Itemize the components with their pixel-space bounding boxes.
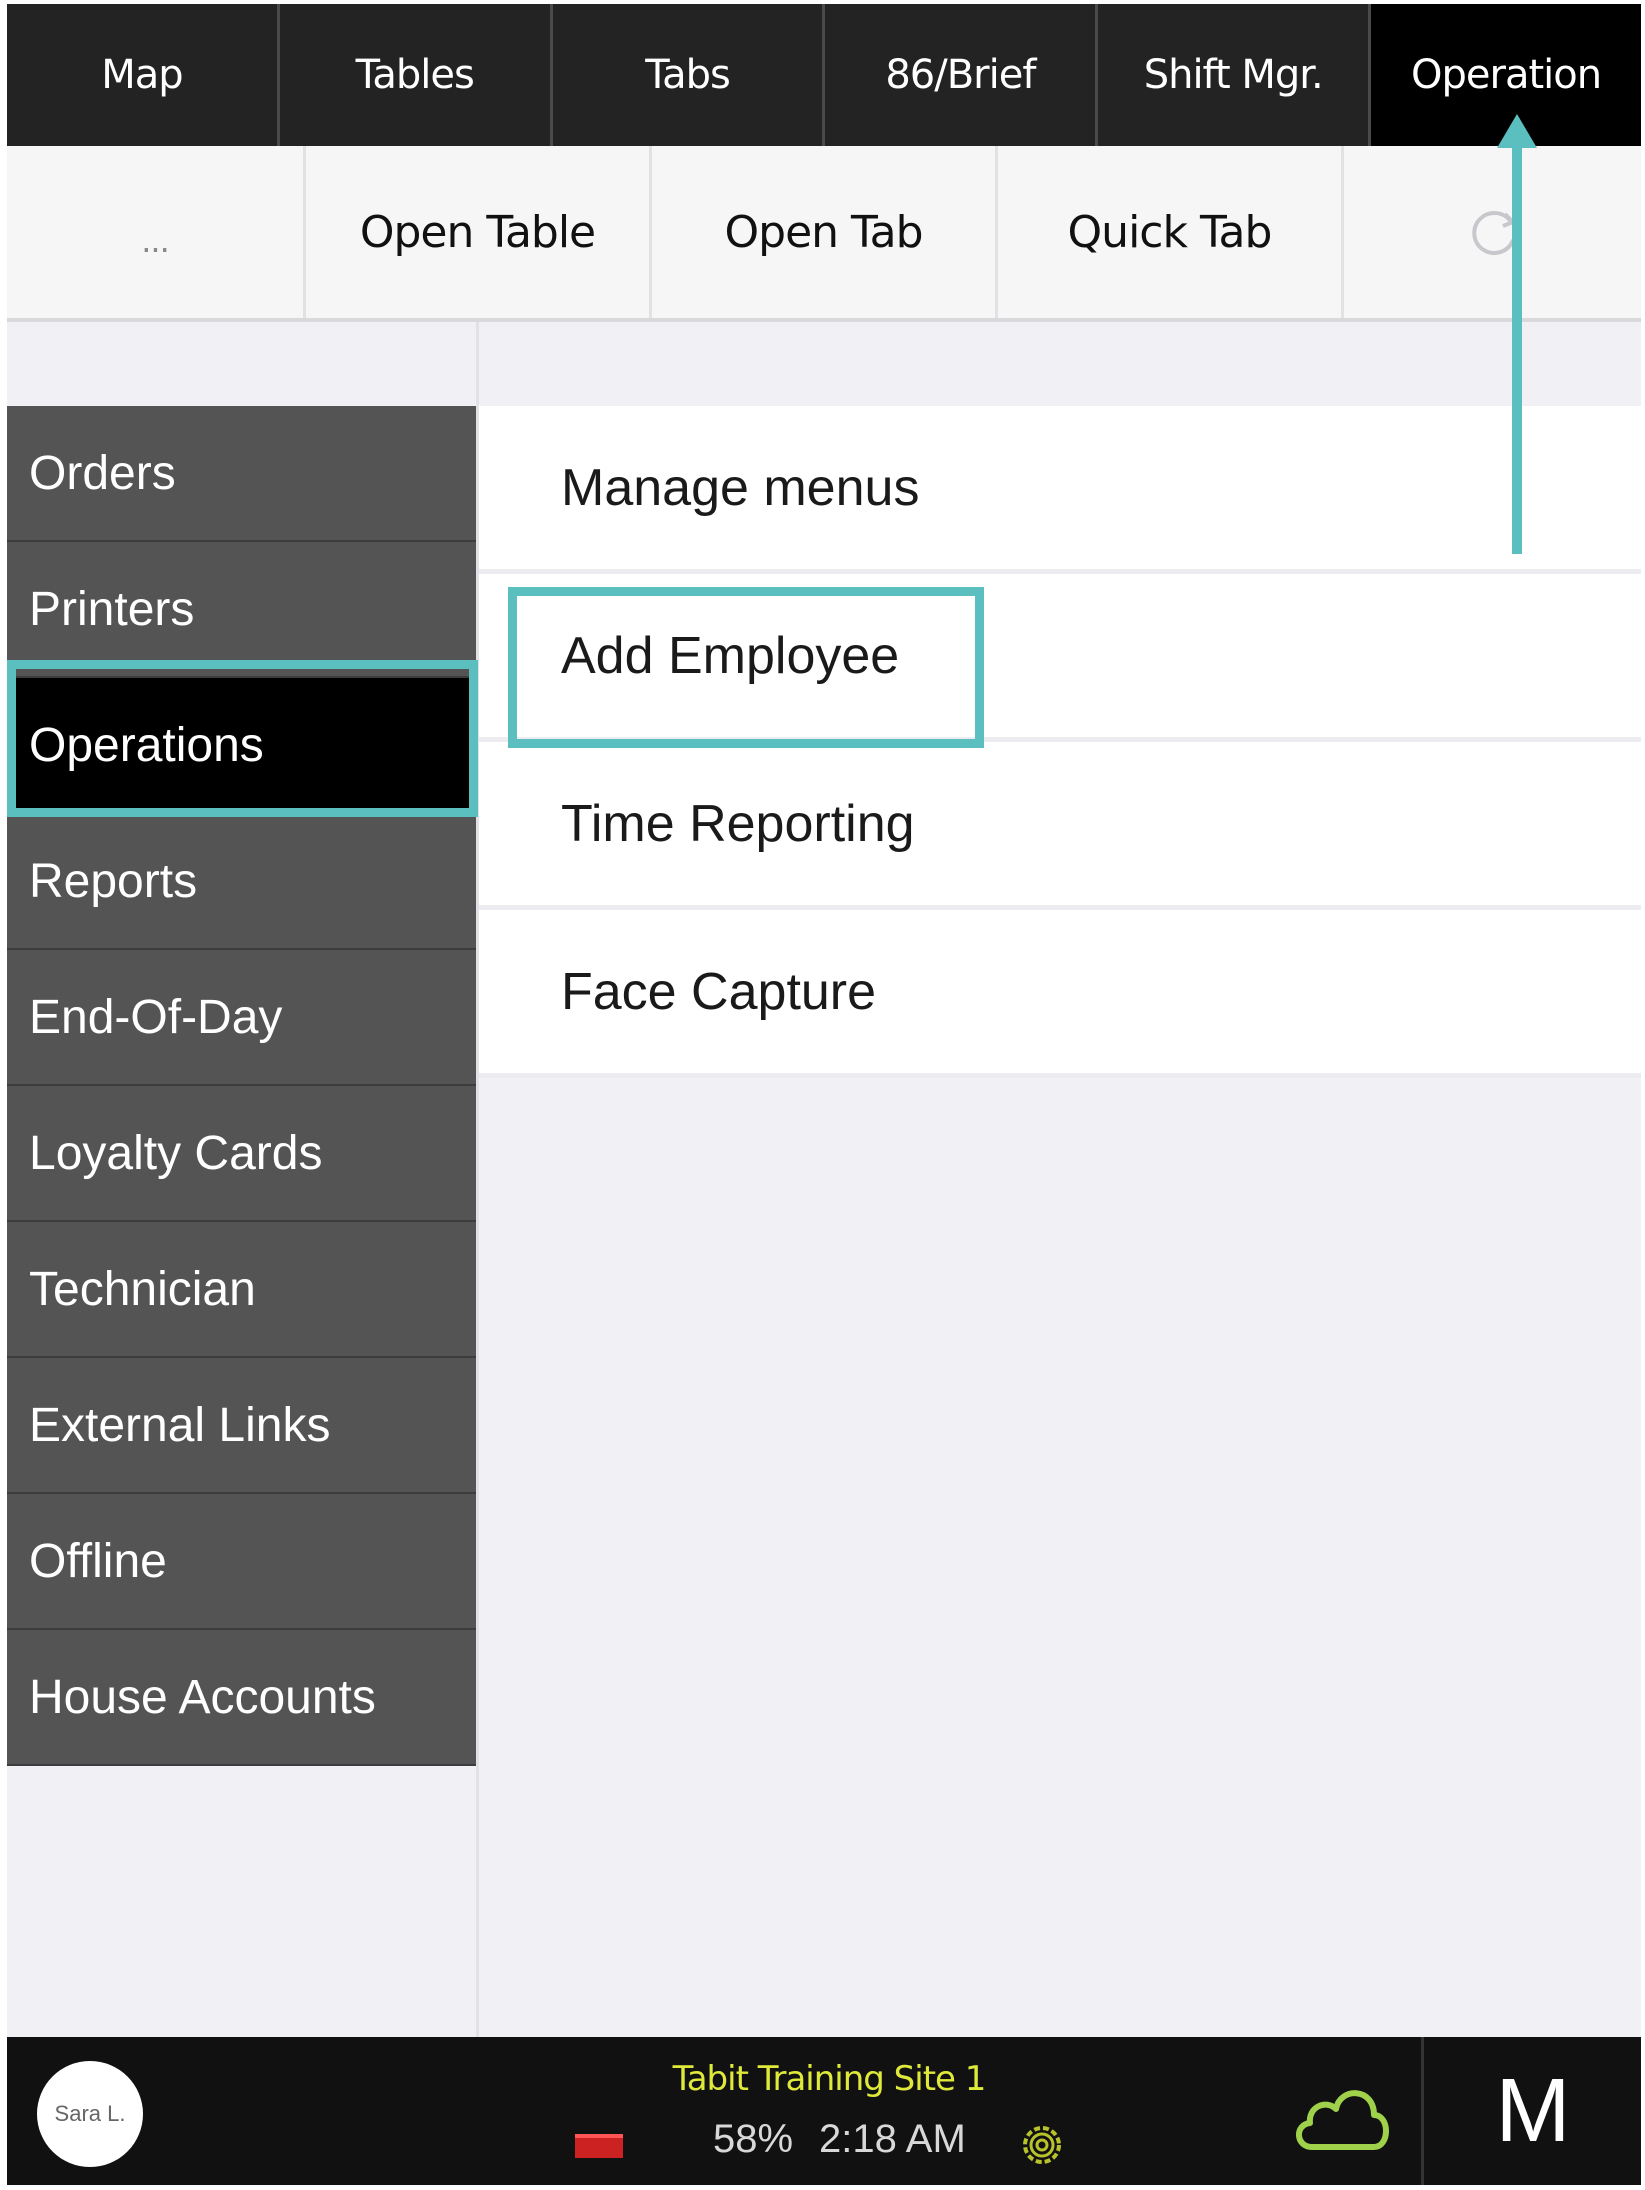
pos-app: Map Tables Tabs 86/Brief Shift Mgr. Oper… bbox=[7, 4, 1641, 2185]
top-nav: Map Tables Tabs 86/Brief Shift Mgr. Oper… bbox=[7, 4, 1641, 146]
nav-tab-86-brief[interactable]: 86/Brief bbox=[822, 4, 1095, 146]
mode-button[interactable]: M bbox=[1425, 2037, 1641, 2185]
bar-divider bbox=[1421, 2037, 1424, 2185]
manage-menus-item[interactable]: Manage menus bbox=[479, 406, 1641, 574]
battery-level: 58% bbox=[713, 2117, 794, 2161]
time-reporting-item[interactable]: Time Reporting bbox=[479, 742, 1641, 910]
highlight-add-employee bbox=[508, 587, 984, 748]
nav-tab-tabs[interactable]: Tabs bbox=[549, 4, 823, 146]
highlight-operations bbox=[7, 660, 478, 817]
operations-panel: Manage menus Add Employee Time Reporting… bbox=[479, 322, 1641, 2037]
settings-menu: Orders Printers Operations Reports End-O… bbox=[7, 406, 476, 1766]
gear-icon[interactable] bbox=[1018, 2121, 1066, 2169]
clock: 2:18 AM bbox=[819, 2117, 966, 2161]
open-tab-button[interactable]: Open Tab bbox=[652, 146, 998, 318]
sidebar-item-reports[interactable]: Reports bbox=[7, 814, 476, 950]
sidebar-item-external-links[interactable]: External Links bbox=[7, 1358, 476, 1494]
refresh-button[interactable] bbox=[1344, 146, 1641, 318]
settings-sidebar: Orders Printers Operations Reports End-O… bbox=[7, 322, 479, 2037]
status-bar: Sara L. Tabit Training Site 1 58% 2:18 A… bbox=[7, 2037, 1641, 2185]
sidebar-item-technician[interactable]: Technician bbox=[7, 1222, 476, 1358]
sidebar-item-loyalty-cards[interactable]: Loyalty Cards bbox=[7, 1086, 476, 1222]
sidebar-item-offline[interactable]: Offline bbox=[7, 1494, 476, 1630]
action-toolbar: ... Open Table Open Tab Quick Tab bbox=[7, 146, 1641, 322]
face-capture-item[interactable]: Face Capture bbox=[479, 910, 1641, 1078]
cloud-icon[interactable] bbox=[1290, 2077, 1394, 2153]
sidebar-item-house-accounts[interactable]: House Accounts bbox=[7, 1630, 476, 1766]
arrow-up-annotation bbox=[1497, 114, 1537, 554]
nav-tab-map[interactable]: Map bbox=[7, 4, 277, 146]
sidebar-item-printers[interactable]: Printers bbox=[7, 542, 476, 678]
nav-tab-tables[interactable]: Tables bbox=[276, 4, 550, 146]
card-reader-icon bbox=[575, 2134, 623, 2158]
more-button[interactable]: ... bbox=[7, 146, 306, 318]
sidebar-item-orders[interactable]: Orders bbox=[7, 406, 476, 542]
open-table-button[interactable]: Open Table bbox=[306, 146, 652, 318]
nav-tab-shift-mgr[interactable]: Shift Mgr. bbox=[1095, 4, 1368, 146]
quick-tab-button[interactable]: Quick Tab bbox=[998, 146, 1344, 318]
sidebar-item-end-of-day[interactable]: End-Of-Day bbox=[7, 950, 476, 1086]
site-name: Tabit Training Site 1 bbox=[672, 2059, 987, 2099]
